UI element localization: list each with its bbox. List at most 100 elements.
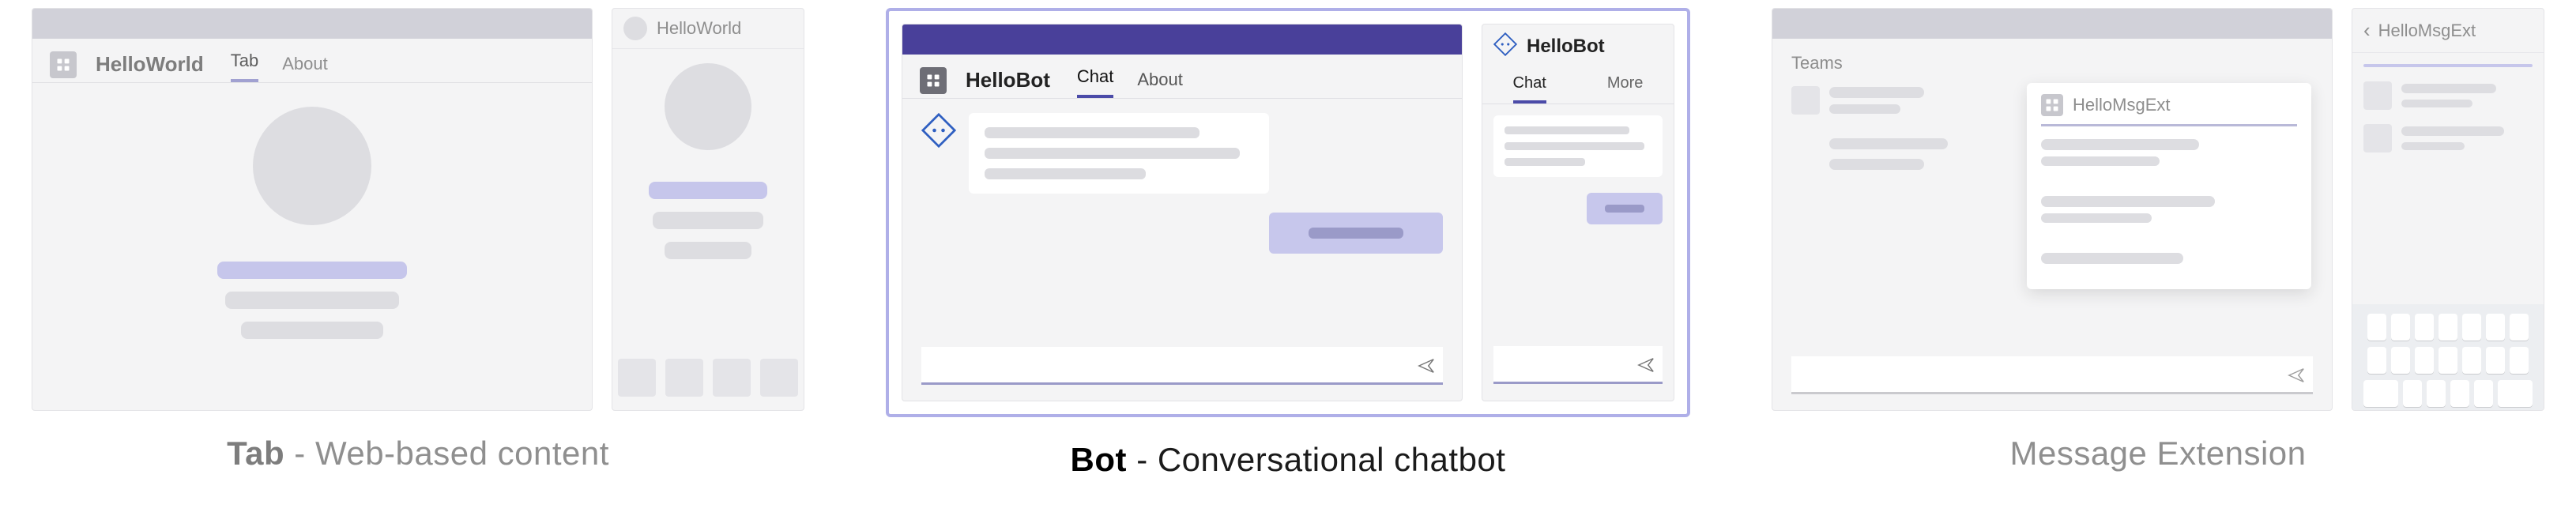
compose-input[interactable] <box>1493 346 1663 384</box>
key[interactable] <box>2415 314 2434 341</box>
key[interactable] <box>2486 314 2505 341</box>
skeleton-line <box>985 148 1240 159</box>
key[interactable] <box>2391 314 2410 341</box>
tab-desktop-window: HelloWorld Tab About <box>32 8 593 411</box>
skeleton-line <box>665 242 751 259</box>
compose-input[interactable] <box>921 347 1443 385</box>
ext-desktop-window: Teams HelloMsgExt <box>1772 8 2333 411</box>
app-icon <box>50 51 77 78</box>
list-item[interactable] <box>2041 253 2297 264</box>
tab-capability-group: HelloWorld Tab About HelloWorld <box>32 8 804 472</box>
bot-desktop-tabs: Chat About <box>1077 62 1183 98</box>
key[interactable] <box>2427 380 2446 407</box>
popup-title: HelloMsgExt <box>2073 95 2170 115</box>
key[interactable] <box>2474 380 2493 407</box>
key[interactable] <box>2439 347 2457 374</box>
key[interactable] <box>2498 380 2533 407</box>
bot-desktop-app-name: HelloBot <box>966 68 1050 92</box>
avatar-icon <box>623 17 647 40</box>
list-item[interactable] <box>2041 196 2297 223</box>
send-button[interactable] <box>1637 356 1655 374</box>
window-titlebar <box>32 9 592 39</box>
key[interactable] <box>2510 347 2529 374</box>
skeleton-line <box>2401 100 2472 107</box>
skeleton-line <box>2041 196 2215 207</box>
ext-mobile-body <box>2352 53 2544 411</box>
keyboard-row <box>2359 380 2537 407</box>
skeleton-line <box>653 212 763 229</box>
compose-input[interactable] <box>1791 356 2313 394</box>
thumbnail[interactable] <box>760 359 798 397</box>
skeleton-line <box>2041 213 2152 223</box>
key[interactable] <box>2450 380 2469 407</box>
tab-item-more[interactable]: More <box>1607 66 1644 104</box>
key[interactable] <box>2415 347 2434 374</box>
list-item[interactable] <box>2363 124 2533 152</box>
onscreen-keyboard[interactable] <box>2352 304 2544 411</box>
thumbnail-row <box>612 359 804 397</box>
teams-sidebar-label: Teams <box>1791 53 2313 73</box>
skeleton-line <box>241 322 383 339</box>
back-button[interactable]: ‹ <box>2363 18 2371 43</box>
tab-item-about[interactable]: About <box>282 54 328 82</box>
key[interactable] <box>2367 314 2386 341</box>
user-reply-bubble <box>1587 193 1663 224</box>
send-icon <box>1637 356 1655 374</box>
skeleton-line <box>1829 138 1948 149</box>
tab-item-chat[interactable]: Chat <box>1513 66 1546 104</box>
tab-caption-rest: - Web-based content <box>284 435 609 472</box>
skeleton-line <box>1829 87 1924 98</box>
skeleton-line <box>2041 139 2199 150</box>
user-reply-bubble <box>1269 213 1443 254</box>
key[interactable] <box>2363 380 2398 407</box>
thumbnail[interactable] <box>665 359 703 397</box>
popup-header: HelloMsgExt <box>2041 94 2297 126</box>
skeleton-line <box>1505 158 1585 166</box>
bot-caption: Bot - Conversational chatbot <box>1071 441 1506 479</box>
key[interactable] <box>2403 380 2422 407</box>
bot-capability-group: HelloBot Chat About <box>886 8 1690 479</box>
bot-message-row <box>921 113 1443 194</box>
ext-mobile-title: HelloMsgExt <box>2378 21 2476 41</box>
thumbnail[interactable] <box>618 359 656 397</box>
ext-panel-row: Teams HelloMsgExt <box>1772 8 2544 411</box>
grid-icon <box>2044 97 2060 113</box>
ext-desktop-body: Teams HelloMsgExt <box>1772 39 2332 410</box>
key[interactable] <box>2462 314 2481 341</box>
key[interactable] <box>2367 347 2386 374</box>
list-item[interactable] <box>2041 139 2297 166</box>
tab-item-chat[interactable]: Chat <box>1077 66 1113 98</box>
send-button[interactable] <box>2288 367 2305 384</box>
skeleton-line <box>1605 205 1644 213</box>
tab-desktop-app-name: HelloWorld <box>96 52 204 77</box>
key[interactable] <box>2391 347 2410 374</box>
tab-item-about[interactable]: About <box>1137 70 1183 98</box>
tab-panel-row: HelloWorld Tab About HelloWorld <box>32 8 804 411</box>
key[interactable] <box>2439 314 2457 341</box>
skeleton-line <box>225 292 399 309</box>
thumbnail[interactable] <box>713 359 751 397</box>
send-button[interactable] <box>1418 357 1435 375</box>
skeleton-line <box>985 168 1146 179</box>
search-input[interactable] <box>2363 64 2533 67</box>
keyboard-row <box>2359 314 2537 341</box>
tab-desktop-tabs: Tab About <box>231 47 328 82</box>
send-icon <box>1418 357 1435 375</box>
skeleton-line <box>2041 156 2160 166</box>
send-icon <box>2288 367 2305 384</box>
keyboard-row <box>2359 347 2537 374</box>
key[interactable] <box>2486 347 2505 374</box>
tab-desktop-content <box>32 83 592 410</box>
list-item[interactable] <box>2363 81 2533 110</box>
bot-caption-bold: Bot <box>1071 441 1127 478</box>
skeleton-line <box>985 127 1199 138</box>
bot-message-bubble <box>1493 115 1663 177</box>
bot-caption-rest: - Conversational chatbot <box>1127 441 1505 478</box>
key[interactable] <box>2510 314 2529 341</box>
ext-caption: Message Extension <box>2009 435 2306 472</box>
tab-item-tab[interactable]: Tab <box>231 51 258 82</box>
key[interactable] <box>2462 347 2481 374</box>
ext-mobile-header: ‹ HelloMsgExt <box>2352 9 2544 53</box>
thumbnail <box>2363 124 2392 152</box>
bot-mobile-header: HelloBot <box>1482 24 1674 60</box>
